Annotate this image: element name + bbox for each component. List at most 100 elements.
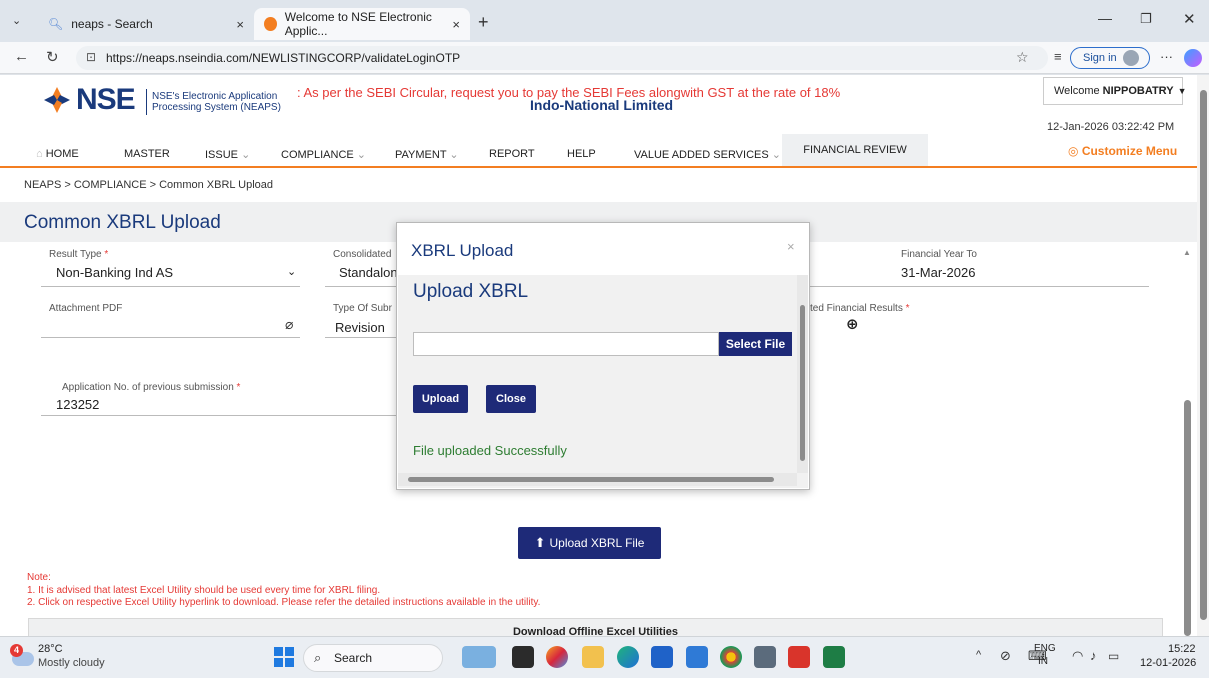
nav-master[interactable]: MASTER <box>124 148 170 160</box>
refresh-icon[interactable]: ↻ <box>46 48 59 66</box>
attachment-pdf-label: Attachment PDF <box>49 303 123 314</box>
windows-start-icon[interactable] <box>274 647 294 667</box>
wifi-icon[interactable]: ◠ <box>1072 648 1083 664</box>
taskbar-widget-icon[interactable] <box>462 646 496 668</box>
acrobat-icon[interactable] <box>788 646 810 668</box>
modal-close-icon[interactable]: × <box>787 239 795 254</box>
application-no-label-text: Application No. of previous submission <box>62 382 234 393</box>
url-text: https://neaps.nseindia.com/NEWLISTINGCOR… <box>106 51 461 65</box>
chevron-down-icon[interactable]: ⌄ <box>287 265 296 278</box>
welcome-user: NIPPOBATRY <box>1102 85 1174 97</box>
xbrl-upload-modal: XBRL Upload × Upload XBRL Select File Up… <box>396 222 810 490</box>
back-icon[interactable]: ← <box>14 48 29 65</box>
chevron-down-icon: ⌄ <box>238 149 251 161</box>
logo-divider <box>146 89 147 115</box>
current-datetime: 12-Jan-2026 03:22:42 PM <box>1047 121 1175 133</box>
welcome-prefix: Welcome <box>1054 85 1100 97</box>
language-code[interactable]: ENG <box>1034 643 1056 654</box>
zoom-in-icon[interactable]: ⊕ <box>846 315 859 333</box>
file-path-input[interactable] <box>413 332 719 356</box>
nav-issue-label: ISSUE <box>205 149 239 161</box>
site-info-icon[interactable]: ⊡ <box>86 50 96 64</box>
copilot-icon[interactable] <box>1184 49 1202 67</box>
battery-icon[interactable]: ▭ <box>1108 649 1119 663</box>
task-view-icon[interactable] <box>512 646 534 668</box>
upload-xbrl-file-button[interactable]: ⬆ Upload XBRL File <box>518 527 661 559</box>
volume-icon[interactable]: ♪ <box>1090 648 1097 663</box>
modal-horizontal-scrollbar-thumb[interactable] <box>408 477 774 482</box>
outlook-icon[interactable] <box>686 646 708 668</box>
more-menu-icon[interactable]: ··· <box>1160 49 1173 64</box>
sign-in-button[interactable]: Sign in <box>1070 47 1150 69</box>
location-off-icon[interactable]: ⊘ <box>1000 648 1011 664</box>
nav-payment-label: PAYMENT <box>395 149 447 161</box>
chevron-up-icon[interactable]: ^ <box>976 649 981 661</box>
upload-button[interactable]: Upload <box>413 385 468 413</box>
nav-home[interactable]: ⌂ HOME <box>36 148 79 160</box>
edge-browser-icon[interactable] <box>617 646 639 668</box>
weather-widget[interactable]: 4 <box>10 644 36 670</box>
nav-value-added-services[interactable]: VALUE ADDED SERVICES ⌄ <box>634 148 781 161</box>
taskbar-search[interactable]: ⌕ Search <box>303 644 443 672</box>
inner-scrollbar-thumb[interactable] <box>1184 400 1191 636</box>
nav-help[interactable]: HELP <box>567 148 596 160</box>
nav-issue[interactable]: ISSUE ⌄ <box>205 148 250 161</box>
upload-success-message: File uploaded Successfully <box>413 443 567 458</box>
chevron-down-icon: ▼ <box>1177 86 1187 96</box>
nav-payment[interactable]: PAYMENT ⌄ <box>395 148 459 161</box>
excel-icon[interactable] <box>823 646 845 668</box>
nav-report[interactable]: REPORT <box>489 148 535 160</box>
consolidated-select[interactable]: Standalon <box>339 265 398 280</box>
favorite-star-icon[interactable]: ☆ <box>1016 49 1029 66</box>
upload-xbrl-heading: Upload XBRL <box>413 281 529 302</box>
tab-neaps-search[interactable]: 🔍︎ neaps - Search × <box>38 8 254 40</box>
upload-xbrl-file-label: Upload XBRL File <box>549 536 645 550</box>
required-mark: * <box>236 382 241 393</box>
select-file-button[interactable]: Select File <box>719 332 792 356</box>
modal-vertical-scrollbar-thumb[interactable] <box>800 305 805 461</box>
temperature: 28°C <box>38 643 63 655</box>
type-of-submission-select[interactable]: Revision <box>335 320 385 335</box>
result-type-select[interactable]: Non-Banking Ind AS <box>56 265 173 280</box>
clock-date[interactable]: 12-01-2026 <box>1140 657 1196 669</box>
required-mark: * <box>905 303 910 314</box>
favorites-list-icon[interactable]: ≡ <box>1054 49 1062 64</box>
nse-favicon-icon <box>264 17 277 31</box>
scroll-up-icon[interactable]: ▲ <box>1183 248 1191 257</box>
calculator-icon[interactable] <box>754 646 776 668</box>
download-excel-utilities-bar[interactable]: Download Offline Excel Utilities <box>28 618 1163 636</box>
home-icon: ⌂ <box>36 148 46 160</box>
application-no-label: Application No. of previous submission * <box>62 382 240 393</box>
chrome-icon[interactable] <box>720 646 742 668</box>
search-icon: 🔍︎ <box>48 17 64 31</box>
field-underline <box>325 337 396 338</box>
close-button[interactable]: Close <box>486 385 536 413</box>
field-underline <box>41 286 300 287</box>
user-menu-dropdown[interactable]: Welcome NIPPOBATRY ▼ <box>1043 77 1186 105</box>
new-tab-button[interactable]: + <box>478 12 489 33</box>
nse-logo-text: NSE <box>76 83 136 116</box>
application-no-input[interactable]: 123252 <box>56 397 99 412</box>
clock-time[interactable]: 15:22 <box>1168 643 1196 655</box>
minimize-icon[interactable]: — <box>1098 10 1112 26</box>
logo-subtitle: NSE's Electronic Application Processing … <box>152 91 281 113</box>
financial-results-label: ted Financial Results * <box>810 303 910 314</box>
tab-list-chevron-icon[interactable]: ⌄ <box>12 14 21 27</box>
tab-nse-welcome[interactable]: Welcome to NSE Electronic Applic... × <box>254 8 470 40</box>
nav-home-label: HOME <box>45 148 79 160</box>
microsoft-store-icon[interactable] <box>651 646 673 668</box>
url-input[interactable]: ⊡ https://neaps.nseindia.com/NEWLISTINGC… <box>76 46 1048 70</box>
restore-icon[interactable]: ❐ <box>1140 11 1152 27</box>
paperclip-icon[interactable]: ⌀ <box>285 316 293 333</box>
file-explorer-icon[interactable] <box>582 646 604 668</box>
copilot-taskbar-icon[interactable] <box>546 646 568 668</box>
language-region[interactable]: IN <box>1038 656 1048 667</box>
page-scrollbar-thumb[interactable] <box>1200 90 1207 620</box>
modal-body: Upload XBRL Select File Upload Close Fil… <box>398 275 808 488</box>
nav-compliance[interactable]: COMPLIANCE ⌄ <box>281 148 366 161</box>
close-tab-icon[interactable]: × <box>236 17 244 32</box>
required-mark: * <box>104 249 109 260</box>
nav-financial-review[interactable]: FINANCIAL REVIEW <box>782 134 928 166</box>
window-close-icon[interactable]: ✕ <box>1183 10 1196 28</box>
close-tab-icon[interactable]: × <box>452 17 460 32</box>
